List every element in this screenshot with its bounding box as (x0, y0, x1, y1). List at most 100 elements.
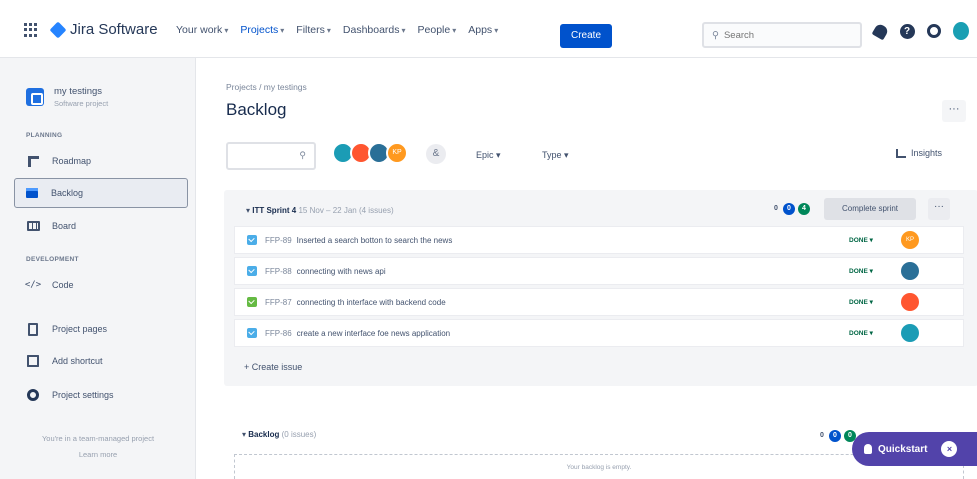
issue-key[interactable]: FFP-88 (265, 267, 292, 276)
sprint-more-button[interactable]: ··· (928, 198, 950, 220)
epic-filter-dropdown[interactable]: Epic ▾ (476, 150, 501, 161)
sprint-header[interactable]: ▾ ITT Sprint 4 15 Nov – 22 Jan (4 issues… (246, 206, 394, 215)
add-shortcut-icon (26, 354, 40, 368)
sidebar-item-roadmap[interactable]: Roadmap (16, 146, 186, 176)
issue-row[interactable]: FFP-86 create a new interface foe news a… (234, 319, 964, 347)
issue-row[interactable]: FFP-89 Inserted a search botton to searc… (234, 226, 964, 254)
chevron-down-icon: ▾ (494, 26, 499, 35)
collapse-chevron-icon[interactable]: ▾ (242, 430, 246, 439)
issue-status-dropdown[interactable]: DONE ▾ (849, 329, 873, 337)
backlog-search-input[interactable]: ⚲ (226, 142, 316, 170)
issue-key[interactable]: FFP-87 (265, 298, 292, 307)
insights-button[interactable]: Insights (896, 148, 942, 158)
issue-assignee-avatar[interactable] (901, 262, 919, 280)
roadmap-icon (26, 154, 40, 168)
code-icon: </> (24, 280, 42, 290)
sidebar-item-board[interactable]: Board (16, 211, 186, 241)
sprint-dates: 15 Nov – 22 Jan (4 issues) (298, 206, 394, 215)
team-managed-note: You're in a team-managed project (41, 434, 155, 443)
backlog-icon (25, 186, 39, 200)
profile-avatar[interactable] (953, 22, 969, 40)
issue-assignee-avatar[interactable] (901, 293, 919, 311)
quickstart-button[interactable]: Quickstart × (852, 432, 977, 466)
jira-logo-icon (49, 21, 67, 38)
issue-assignee-avatar[interactable]: KP (901, 231, 919, 249)
close-icon[interactable]: × (941, 441, 958, 457)
top-icons: ? (871, 22, 969, 40)
backlog-name: Backlog (248, 430, 280, 439)
more-actions-button[interactable]: ··· (942, 100, 966, 122)
assignee-avatar[interactable]: KP (386, 142, 408, 164)
create-issue-button[interactable]: + Create issue (244, 362, 302, 372)
add-people-icon[interactable]: & (426, 144, 446, 164)
settings-gear-icon[interactable] (926, 23, 942, 39)
lightbulb-icon (864, 444, 872, 454)
project-header[interactable]: my testings Software project (26, 86, 108, 108)
chevron-down-icon: ▾ (564, 150, 569, 160)
board-icon (26, 219, 40, 233)
chevron-down-icon: ▾ (280, 26, 285, 35)
nav-apps[interactable]: Apps ▾ (468, 24, 498, 36)
project-sidebar: my testings Software project PLANNING Ro… (0, 58, 196, 479)
sprint-status-counts: 0 0 4 (772, 203, 810, 215)
done-count: 4 (798, 203, 810, 215)
issue-status-dropdown[interactable]: DONE ▾ (849, 236, 873, 244)
project-avatar-icon (26, 88, 44, 106)
issue-key[interactable]: FFP-86 (265, 329, 292, 338)
page-icon (26, 322, 40, 336)
issue-summary: create a new interface foe news applicat… (296, 328, 451, 338)
collapse-chevron-icon[interactable]: ▾ (246, 206, 250, 215)
product-name: Jira Software (70, 21, 158, 38)
todo-count: 0 (820, 432, 824, 439)
section-planning: PLANNING (26, 132, 63, 139)
todo-count: 0 (774, 205, 778, 212)
settings-icon (26, 388, 40, 402)
chevron-down-icon: ▾ (452, 26, 457, 35)
primary-menu: Your work ▾ Projects ▾ Filters ▾ Dashboards… (176, 24, 498, 36)
page-title: Backlog (226, 100, 287, 119)
issue-key[interactable]: FFP-89 (265, 236, 292, 245)
global-search[interactable]: ⚲ (702, 22, 862, 48)
chevron-down-icon: ▾ (224, 26, 229, 35)
chart-icon (896, 148, 906, 158)
in-progress-count: 0 (783, 203, 795, 215)
sidebar-item-code[interactable]: </> Code (16, 270, 186, 300)
type-filter-dropdown[interactable]: Type ▾ (542, 150, 569, 161)
sidebar-item-add-shortcut[interactable]: Add shortcut (16, 346, 186, 376)
sprint-container: ▾ ITT Sprint 4 15 Nov – 22 Jan (4 issues… (224, 190, 977, 386)
search-input[interactable] (723, 29, 844, 41)
sidebar-item-project-settings[interactable]: Project settings (16, 380, 186, 410)
learn-more-link[interactable]: Learn more (0, 450, 196, 459)
issue-status-dropdown[interactable]: DONE ▾ (849, 298, 873, 306)
backlog-issue-count: (0 issues) (281, 430, 317, 439)
issue-row[interactable]: FFP-87 connecting th interface with back… (234, 288, 964, 316)
jira-logo[interactable]: Jira Software (49, 21, 158, 38)
search-icon: ⚲ (712, 29, 719, 41)
create-button[interactable]: Create (560, 24, 612, 48)
nav-filters[interactable]: Filters ▾ (296, 24, 331, 36)
chevron-down-icon: ▾ (326, 26, 331, 35)
main-content: Projects / my testings Backlog ··· ⚲ KP … (196, 58, 977, 479)
nav-dashboards[interactable]: Dashboards ▾ (343, 24, 406, 36)
complete-sprint-button[interactable]: Complete sprint (824, 198, 916, 220)
issue-status-dropdown[interactable]: DONE ▾ (849, 267, 873, 275)
issue-summary: Inserted a search botton to search the n… (296, 235, 453, 245)
nav-your-work[interactable]: Your work ▾ (176, 24, 228, 36)
in-progress-count: 0 (829, 430, 841, 442)
issue-row[interactable]: FFP-88 connecting with news api DONE ▾ (234, 257, 964, 285)
nav-people[interactable]: People ▾ (418, 24, 457, 36)
section-development: DEVELOPMENT (26, 256, 79, 263)
issue-assignee-avatar[interactable] (901, 324, 919, 342)
sidebar-item-project-pages[interactable]: Project pages (16, 314, 186, 344)
issue-summary: connecting with news api (296, 266, 386, 276)
sprint-name: ITT Sprint 4 (252, 206, 297, 215)
app-switcher-grid-icon[interactable] (24, 23, 38, 37)
nav-projects[interactable]: Projects ▾ (240, 24, 284, 36)
backlog-header[interactable]: ▾ Backlog (0 issues) (242, 430, 316, 439)
sidebar-item-backlog[interactable]: Backlog (14, 178, 188, 208)
backlog-status-counts: 0 0 0 (818, 430, 856, 442)
notifications-bell-icon[interactable] (871, 22, 889, 40)
issue-summary: connecting th interface with backend cod… (296, 297, 446, 307)
breadcrumb[interactable]: Projects / my testings (226, 82, 307, 92)
help-icon[interactable]: ? (899, 23, 915, 39)
